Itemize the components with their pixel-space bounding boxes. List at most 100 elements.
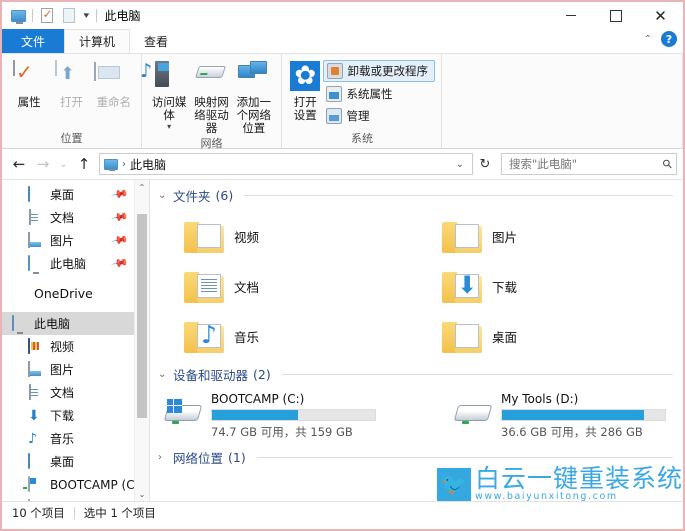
ribbon-group-location: 属性 打开 重命名 位置: [2, 54, 142, 148]
monitor-icon[interactable]: [10, 7, 27, 24]
drive-c-icon: [28, 475, 44, 493]
sidebar-item-documents-quick[interactable]: 文档 📌: [2, 206, 149, 229]
pin-icon[interactable]: 📌: [111, 185, 130, 204]
address-breadcrumb-bar[interactable]: › 此电脑 ⌄: [99, 153, 473, 175]
access-media-button[interactable]: ♪ 访问媒体 ▾: [140, 58, 190, 131]
system-properties-label: 系统属性: [346, 87, 393, 101]
windows-drive-icon: [163, 399, 203, 429]
chevron-down-icon[interactable]: ▾: [167, 122, 171, 131]
add-network-location-button[interactable]: 添加一个网络位置: [233, 58, 275, 135]
tab-computer[interactable]: 计算机: [64, 29, 131, 53]
scroll-down-icon[interactable]: ⌄: [135, 487, 149, 501]
sidebar-item-documents[interactable]: 文档: [2, 381, 149, 404]
map-network-drive-label: 映射网络驱动器: [194, 95, 229, 135]
folder-item-videos[interactable]: 视频: [184, 211, 442, 261]
sidebar-item-bootcamp-c[interactable]: BOOTCAMP (C: [2, 473, 149, 496]
sidebar-item-music[interactable]: ♪ 音乐: [2, 427, 149, 450]
drive-free-text: 74.7 GB 可用，共 159 GB: [211, 425, 353, 439]
scroll-up-icon[interactable]: ⌃: [135, 180, 149, 195]
breadcrumb-this-pc[interactable]: 此电脑: [130, 156, 166, 173]
rename-button[interactable]: 重命名: [93, 58, 135, 109]
window-controls: ✕: [548, 2, 683, 29]
pin-icon[interactable]: 📌: [111, 231, 130, 250]
sidebar-item-desktop[interactable]: 桌面: [2, 450, 149, 473]
scrollbar-thumb[interactable]: [137, 214, 147, 418]
chevron-down-icon[interactable]: ⌄: [158, 190, 168, 201]
sidebar-item-videos[interactable]: 视频: [2, 335, 149, 358]
refresh-icon[interactable]: ↻: [475, 153, 495, 175]
folder-pictures-icon: [442, 220, 482, 253]
folder-item-music[interactable]: 音乐: [184, 311, 442, 361]
drive-free-text: 36.6 GB 可用，共 286 GB: [501, 425, 643, 439]
pin-icon[interactable]: 📌: [111, 208, 130, 227]
divider: [73, 506, 75, 519]
map-network-drive-button[interactable]: 映射网络驱动器: [190, 58, 232, 135]
navigation-tree: 桌面 📌 文档 📌 图片 📌 此电脑 📌 OneDrive 此电脑 视频 图片 …: [2, 180, 149, 501]
close-button[interactable]: ✕: [638, 2, 683, 29]
search-input[interactable]: [509, 157, 664, 171]
folder-desktop-icon: [442, 320, 482, 353]
drive-usage-bar: [211, 409, 376, 421]
drive-usage-fill: [502, 410, 644, 420]
group-count-devices: (2): [253, 367, 271, 382]
help-icon[interactable]: ?: [661, 31, 677, 47]
sidebar-item-this-pc[interactable]: 此电脑: [2, 312, 149, 335]
sidebar-item-my-tools-d[interactable]: My Tools (D:): [2, 496, 149, 501]
chevron-down-icon[interactable]: ▾: [81, 11, 92, 21]
up-button[interactable]: ↑: [73, 153, 95, 175]
drive-d-icon: [28, 498, 44, 501]
pin-icon[interactable]: 📌: [111, 254, 130, 273]
back-button[interactable]: ←: [8, 153, 30, 175]
folder-item-documents[interactable]: 文档: [184, 261, 442, 311]
sidebar-scrollbar[interactable]: ⌃ ⌄: [134, 180, 149, 501]
sidebar-item-label: My Tools (D:): [50, 501, 127, 502]
uninstall-icon: [326, 63, 343, 79]
open-settings-button[interactable]: ✿ 打开 设置: [288, 58, 323, 122]
gear-icon: ✿: [289, 61, 321, 93]
sidebar-item-onedrive[interactable]: OneDrive: [2, 282, 149, 305]
chevron-right-icon[interactable]: ›: [158, 452, 168, 463]
ribbon-tabs: 文件 计算机 查看 ⌃ ?: [2, 29, 683, 53]
divider: [32, 9, 33, 22]
maximize-button[interactable]: [593, 2, 638, 29]
open-button[interactable]: 打开: [50, 58, 92, 109]
open-settings-label-2: 设置: [293, 108, 317, 122]
system-properties-button[interactable]: 系统属性: [323, 84, 436, 104]
manage-button[interactable]: 管理: [323, 106, 436, 126]
rename-icon: [98, 61, 130, 93]
properties-button[interactable]: 属性: [8, 58, 50, 109]
chevron-down-icon[interactable]: ⌄: [158, 369, 168, 380]
add-network-location-icon: [237, 61, 270, 93]
uninstall-or-change-program-button[interactable]: 卸载或更改程序: [322, 60, 435, 82]
sidebar-item-pictures[interactable]: 图片: [2, 358, 149, 381]
folder-item-downloads[interactable]: 下载: [442, 261, 683, 311]
search-box[interactable]: ⚲: [501, 153, 677, 175]
open-button-label: 打开: [59, 95, 83, 109]
main-area: 桌面 📌 文档 📌 图片 📌 此电脑 📌 OneDrive 此电脑 视频 图片 …: [2, 179, 683, 501]
drive-item-my-tools-d[interactable]: My Tools (D:) 36.6 GB 可用，共 286 GB: [453, 388, 683, 440]
sidebar-item-label: 音乐: [50, 432, 75, 446]
sidebar-item-this-pc-quick[interactable]: 此电脑 📌: [2, 252, 149, 275]
sidebar-item-pictures-quick[interactable]: 图片 📌: [2, 229, 149, 252]
tab-view[interactable]: 查看: [130, 29, 182, 53]
group-header-devices[interactable]: ⌄ 设备和驱动器 (2): [150, 361, 683, 386]
desktop-icon: [28, 452, 44, 470]
folder-item-desktop[interactable]: 桌面: [442, 311, 683, 361]
minimize-button[interactable]: [548, 2, 593, 29]
sidebar-item-desktop-quick[interactable]: 桌面 📌: [2, 183, 149, 206]
forward-button[interactable]: →: [32, 153, 54, 175]
chevron-up-icon[interactable]: ⌃: [644, 34, 652, 45]
properties-icon[interactable]: [38, 7, 55, 24]
divider: [281, 374, 673, 375]
blank-icon[interactable]: [60, 7, 77, 24]
sidebar-item-label: 文档: [50, 386, 75, 400]
sidebar-item-downloads[interactable]: ⬇ 下载: [2, 404, 149, 427]
recent-locations-button[interactable]: ⌄: [56, 153, 71, 175]
chevron-down-icon[interactable]: ⌄: [452, 159, 468, 170]
group-header-folders[interactable]: ⌄ 文件夹 (6): [150, 180, 683, 207]
drive-item-bootcamp-c[interactable]: BOOTCAMP (C:) 74.7 GB 可用，共 159 GB: [163, 388, 454, 440]
file-list-pane[interactable]: ⌄ 文件夹 (6) 视频 图片 文档 ⬇ 下载 ♪ 音乐 桌面 ⌄ 设备和驱动器…: [150, 180, 683, 501]
group-count-network: (1): [228, 450, 246, 465]
folder-item-pictures[interactable]: 图片: [442, 211, 683, 261]
tab-file[interactable]: 文件: [2, 29, 65, 53]
